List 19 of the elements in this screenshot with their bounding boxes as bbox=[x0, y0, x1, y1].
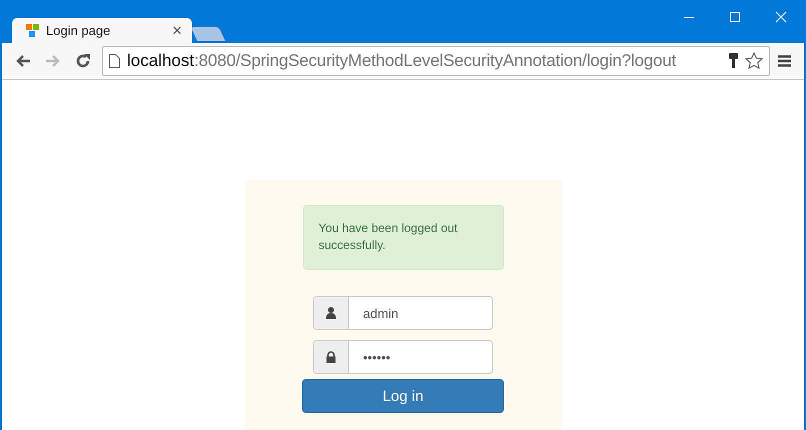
page-icon bbox=[26, 24, 40, 38]
reload-icon[interactable] bbox=[75, 53, 91, 70]
key-icon[interactable] bbox=[729, 53, 738, 70]
logout-message: You have been logged out successfully. bbox=[302, 205, 504, 270]
maximize-icon[interactable] bbox=[729, 11, 741, 23]
user-icon bbox=[326, 307, 336, 319]
close-tab-button[interactable]: × bbox=[172, 22, 182, 40]
login-button[interactable]: Log in bbox=[302, 379, 504, 413]
back-icon[interactable] bbox=[15, 54, 31, 68]
password-field[interactable]: •••••• bbox=[313, 340, 493, 374]
star-icon[interactable] bbox=[745, 52, 763, 70]
lock-icon bbox=[326, 351, 336, 363]
menu-icon[interactable] bbox=[778, 55, 790, 68]
page-icon bbox=[109, 54, 120, 68]
browser-tab[interactable]: Login page × bbox=[12, 18, 192, 44]
new-tab-button[interactable] bbox=[190, 27, 226, 42]
close-icon[interactable] bbox=[775, 11, 787, 23]
address-field[interactable]: localhost:8080/SpringSecurityMethodLevelSecurityAnnotation/login?logout bbox=[102, 46, 770, 76]
username-field[interactable]: admin bbox=[313, 296, 493, 330]
